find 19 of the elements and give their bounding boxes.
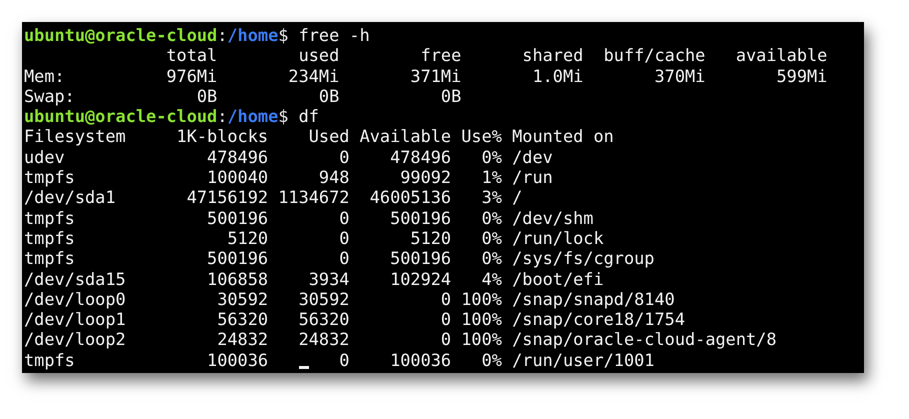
prompt-line: ubuntu@oracle-cloud:/home$ free -h xyxy=(24,25,370,46)
output-line: udev 478496 0 478496 0% /dev xyxy=(24,146,553,168)
output-line: 0 100036 0% /run/user/1001 xyxy=(338,350,654,370)
output-line: Filesystem 1K-blocks Used Available Use% Mounted on xyxy=(24,126,614,147)
output-line: /dev/sda1 47156192 1134672 46005136 3% / xyxy=(24,187,522,208)
output-line: /dev/loop1 56320 56320 0 100% /snap/core18/1754 xyxy=(24,309,685,330)
output-line: /dev/sda15 106858 3934 102924 4% /boot/efi xyxy=(24,268,604,289)
output-line: tmpfs 500196 0 500196 0% /dev/shm xyxy=(24,208,594,228)
output-line: /dev/loop0 30592 30592 0 100% /snap/snapd/8140 xyxy=(24,288,675,310)
cursor xyxy=(298,366,309,370)
output-line: tmpfs 500196 0 500196 0% /sys/fs/cgroup xyxy=(24,248,654,269)
output-line: Mem: 976Mi 234Mi 371Mi 1.0Mi 370Mi 599Mi xyxy=(24,66,828,86)
output-line: tmpfs 5120 0 5120 0% /run/lock xyxy=(24,228,604,248)
prompt-line: ubuntu@oracle-cloud:/home$ df xyxy=(24,106,319,126)
output-line: tmpfs 100040 948 99092 1% /run xyxy=(24,167,553,188)
output-line: tmpfs 100036 xyxy=(24,350,270,370)
output-line: Swap: 0B 0B 0B xyxy=(24,86,462,106)
output-line: total used free shared buff/cache available xyxy=(165,45,828,66)
output-line: /dev/loop2 24832 24832 0 100% /snap/oracle-cloud-agent/8 xyxy=(24,329,777,350)
